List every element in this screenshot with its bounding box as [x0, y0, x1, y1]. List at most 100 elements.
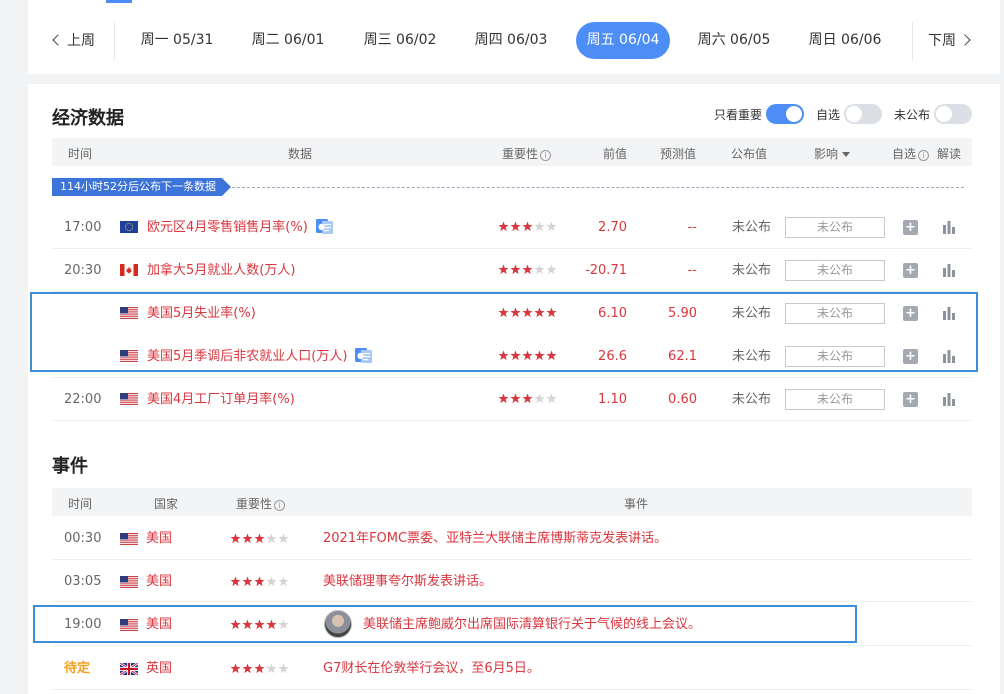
econ-name-cell[interactable]: 欧元区4月零售销售月率(%) ●	[147, 206, 333, 249]
interpret-button[interactable]	[942, 378, 958, 421]
info-icon[interactable]: i	[540, 150, 552, 161]
event-country: 美国	[146, 574, 173, 589]
col-impact[interactable]: 影响	[814, 145, 851, 162]
econ-name[interactable]: 美国4月工厂订单月率(%)	[147, 392, 295, 407]
next-week-label: 下周	[928, 33, 956, 49]
importance-stars	[498, 264, 557, 275]
event-row: 待定 英国 G7财长在伦敦举行会议，至6月5日。	[52, 646, 972, 690]
chart-bars-icon[interactable]	[942, 220, 956, 234]
econ-name[interactable]: 加拿大5月就业人数(万人)	[147, 263, 295, 278]
star-icon	[266, 576, 277, 587]
col-watch-label: 自选	[892, 147, 917, 161]
info-icon[interactable]: i	[274, 500, 286, 511]
day-tab-thu[interactable]: 周四 06/03	[464, 22, 558, 59]
star-icon	[278, 576, 289, 587]
important-only-switch[interactable]	[765, 104, 804, 124]
importance-stars	[498, 221, 557, 232]
document-icon[interactable]: ●	[315, 218, 333, 234]
event-time: 待定	[64, 661, 91, 676]
filter-toggles: 只看重要 自选 未公布	[702, 104, 972, 124]
econ-name[interactable]: 欧元区4月零售销售月率(%)	[147, 220, 308, 235]
divider	[114, 22, 115, 60]
unpublished-switch[interactable]	[934, 104, 972, 124]
col-importance: 重要性 i	[236, 495, 286, 512]
econ-row: 22:00 美国4月工厂订单月率(%) 1.10 0.60 未公布 未公布 +	[52, 378, 972, 421]
star-icon	[498, 264, 509, 275]
star-icon	[510, 221, 521, 232]
econ-previous: 2.70	[598, 220, 627, 235]
star-icon	[266, 663, 277, 674]
add-watchlist-button[interactable]: +	[903, 392, 918, 407]
toggle-watchlist[interactable]: 自选	[816, 104, 882, 124]
divider	[912, 22, 913, 60]
us-flag	[120, 393, 138, 405]
toggle-label: 只看重要	[713, 107, 762, 122]
add-watchlist-button[interactable]: +	[903, 220, 918, 235]
star-icon	[546, 221, 557, 232]
col-importance-label: 重要性	[502, 147, 539, 161]
star-icon	[534, 264, 545, 275]
add-watchlist-button[interactable]: +	[903, 263, 918, 278]
econ-time: 20:30	[64, 263, 102, 278]
info-icon[interactable]: i	[918, 150, 930, 161]
chart-bars-icon[interactable]	[942, 392, 956, 406]
event-time: 03:05	[64, 574, 102, 589]
col-time: 时间	[68, 497, 93, 511]
econ-table-header: 时间 数据 重要性 i 前值 预测值 公布值 影响 自选 i 解读	[52, 138, 972, 166]
impact-box: 未公布	[785, 217, 885, 238]
col-forecast: 预测值	[660, 147, 697, 161]
prev-week-button[interactable]: 上周	[52, 30, 95, 50]
event-row: 00:30 美国 2021年FOMC票委、亚特兰大联储主席博斯蒂克发表讲话。	[52, 516, 972, 560]
star-icon	[546, 264, 557, 275]
events-section-title: 事件	[52, 456, 88, 477]
star-icon	[278, 533, 289, 544]
col-impact-label: 影响	[814, 147, 839, 161]
day-tab-fri[interactable]: 周五 06/04	[576, 22, 670, 59]
col-importance: 重要性 i	[502, 145, 552, 162]
econ-actual: 未公布	[732, 392, 772, 407]
calendar-panel: 经济数据 只看重要 自选 未公布 时间 数据 重要性 i 前值 预测值 公布值 影…	[28, 84, 1000, 694]
star-icon	[498, 393, 509, 404]
event-text: 美联储理事夸尔斯发表讲话。	[323, 574, 493, 589]
importance-stars	[230, 533, 289, 544]
next-week-button[interactable]: 下周	[928, 30, 971, 50]
econ-forecast: 0.60	[668, 392, 697, 407]
day-tab-mon[interactable]: 周一 05/31	[130, 22, 224, 59]
star-icon	[242, 576, 253, 587]
interpret-button[interactable]	[942, 249, 958, 292]
day-tab-tue[interactable]: 周二 06/01	[241, 22, 335, 59]
day-tab-wed[interactable]: 周三 06/02	[353, 22, 447, 59]
day-tab-sun[interactable]: 周日 06/06	[798, 22, 892, 59]
chevron-right-icon	[959, 34, 971, 46]
econ-name-cell[interactable]: 美国4月工厂订单月率(%)	[147, 378, 295, 421]
chart-bars-icon[interactable]	[942, 263, 956, 277]
day-tab-sat[interactable]: 周六 06/05	[687, 22, 781, 59]
star-icon	[266, 533, 277, 544]
event-text: 2021年FOMC票委、亚特兰大联储主席博斯蒂克发表讲话。	[323, 531, 668, 546]
star-icon	[546, 393, 557, 404]
svg-text:●: ●	[318, 222, 325, 231]
col-interpret: 解读	[937, 147, 962, 161]
econ-name-cell[interactable]: 加拿大5月就业人数(万人)	[147, 249, 295, 292]
importance-stars	[498, 393, 557, 404]
toggle-unpublished[interactable]: 未公布	[894, 104, 972, 124]
importance-stars	[230, 663, 289, 674]
star-icon	[510, 264, 521, 275]
star-icon	[510, 393, 521, 404]
toggle-important-only[interactable]: 只看重要	[714, 104, 804, 124]
econ-time: 17:00	[64, 220, 102, 235]
col-previous: 前值	[603, 147, 628, 161]
econ-previous: 1.10	[598, 392, 627, 407]
events-table-header: 时间 国家 重要性 i 事件	[52, 488, 972, 516]
star-icon	[254, 663, 265, 674]
countdown-dashed-line	[232, 187, 964, 188]
toggle-label: 自选	[815, 107, 840, 122]
watchlist-switch[interactable]	[843, 104, 882, 124]
interpret-button[interactable]	[942, 206, 958, 249]
event-time: 00:30	[64, 531, 102, 546]
event-country: 美国	[146, 531, 173, 546]
star-icon	[498, 221, 509, 232]
star-icon	[254, 533, 265, 544]
event-row: 03:05 美国 美联储理事夸尔斯发表讲话。	[52, 559, 972, 602]
star-icon	[522, 221, 533, 232]
